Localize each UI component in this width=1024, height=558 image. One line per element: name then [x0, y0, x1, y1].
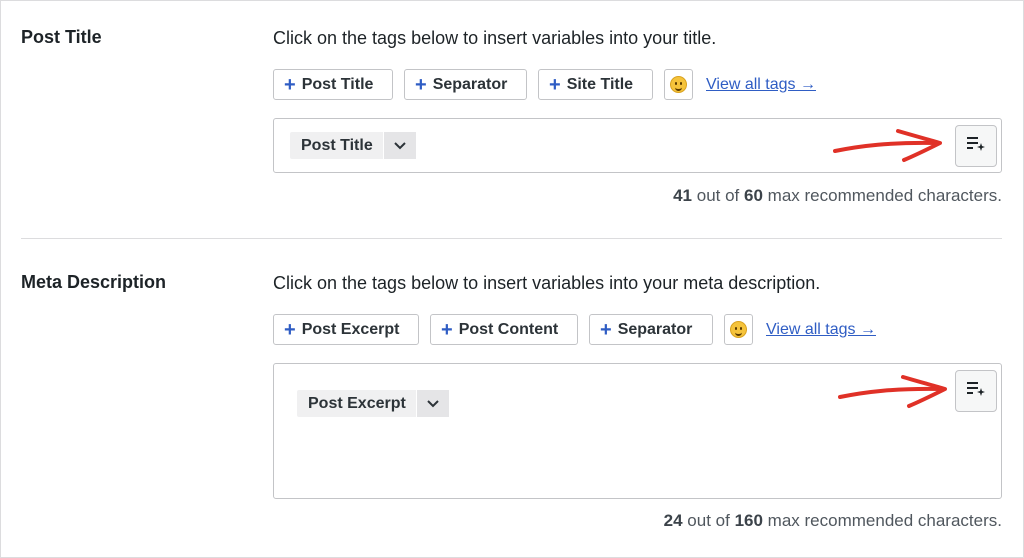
ai-generate-title-button[interactable] — [955, 125, 997, 167]
post-title-section: Post Title Click on the tags below to in… — [0, 0, 1024, 240]
tag-button-post-content[interactable]: + Post Content — [430, 314, 578, 345]
plus-icon: + — [284, 318, 296, 341]
annotation-arrow — [833, 129, 942, 162]
tag-button-site-title[interactable]: + Site Title — [538, 69, 653, 100]
ai-sparkle-list-icon — [965, 379, 987, 404]
emoji-button[interactable] — [664, 69, 693, 100]
annotation-arrow — [838, 375, 947, 408]
tag-button-label: Post Excerpt — [301, 320, 400, 338]
tag-button-label: Site Title — [566, 75, 634, 93]
post-title-char-counter: 41 out of 60 max recommended characters. — [673, 186, 1002, 206]
chevron-down-icon[interactable] — [382, 132, 416, 159]
tag-button-post-title[interactable]: + Post Title — [273, 69, 393, 100]
emoji-button[interactable] — [724, 314, 753, 345]
plus-icon: + — [600, 318, 612, 341]
plus-icon: + — [415, 73, 427, 96]
post-title-tag-row: + Post Title + Separator + Site Title Vi… — [273, 68, 816, 101]
tag-button-label: Post Title — [301, 75, 374, 93]
tag-button-post-excerpt[interactable]: + Post Excerpt — [273, 314, 419, 345]
view-all-tags-link[interactable]: View all tags → — [766, 321, 876, 339]
tag-button-label: Separator — [617, 320, 693, 338]
counter-current: 24 — [663, 511, 683, 530]
chevron-down-icon[interactable] — [415, 390, 449, 417]
plus-icon: + — [284, 73, 296, 96]
chip-label: Post Title — [301, 136, 373, 154]
ai-sparkle-list-icon — [965, 134, 987, 159]
meta-description-description: Click on the tags below to insert variab… — [273, 273, 821, 293]
post-title-label: Post Title — [21, 27, 102, 47]
counter-middle: out of — [696, 186, 740, 205]
section-divider — [21, 238, 1002, 239]
meta-description-label: Meta Description — [21, 272, 167, 292]
chip-label: Post Excerpt — [308, 394, 406, 412]
tag-button-label: Separator — [432, 75, 508, 93]
meta-description-tag-chip[interactable]: Post Excerpt — [297, 390, 449, 417]
meta-description-tag-row: + Post Excerpt + Post Content + Separato… — [273, 313, 876, 346]
view-all-tags-link[interactable]: View all tags → — [706, 76, 816, 94]
ai-generate-description-button[interactable] — [955, 370, 997, 412]
counter-suffix: max recommended characters. — [767, 186, 1002, 205]
tag-button-separator[interactable]: + Separator — [589, 314, 713, 345]
counter-middle: out of — [687, 511, 730, 530]
smiley-emoji-icon — [730, 321, 747, 338]
post-title-description: Click on the tags below to insert variab… — [273, 28, 717, 48]
smiley-emoji-icon — [670, 76, 687, 93]
counter-suffix: max recommended characters. — [767, 511, 1002, 530]
counter-max: 60 — [744, 186, 763, 205]
counter-current: 41 — [673, 186, 692, 205]
tag-button-separator[interactable]: + Separator — [404, 69, 527, 100]
plus-icon: + — [549, 73, 561, 96]
plus-icon: + — [441, 318, 453, 341]
post-title-tag-chip[interactable]: Post Title — [290, 132, 416, 159]
meta-description-section: Meta Description Click on the tags below… — [0, 240, 1024, 558]
counter-max: 160 — [734, 511, 763, 530]
meta-description-char-counter: 24 out of 160 max recommended characters… — [664, 511, 1002, 531]
tag-button-label: Post Content — [458, 320, 559, 338]
